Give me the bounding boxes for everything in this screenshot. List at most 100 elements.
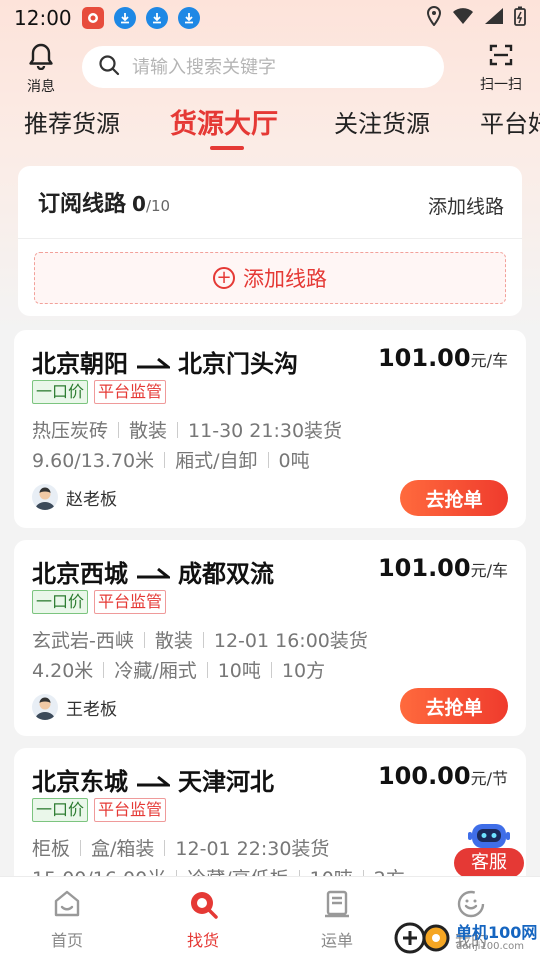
- add-route-link[interactable]: 添加线路: [428, 192, 504, 219]
- owner-name: 王老板: [66, 699, 117, 720]
- price-unit: 元/节: [470, 769, 508, 788]
- grab-order-button[interactable]: 去抢单: [400, 688, 508, 724]
- watermark: 单机100网 danji100.com: [392, 916, 537, 960]
- cargo-tabs: 推荐货源 货源大厅 关注货源 平台好: [0, 104, 540, 154]
- cargo-tags: 一口价 平台监管: [32, 380, 167, 404]
- tab-recommended[interactable]: 推荐货源: [24, 104, 120, 139]
- route-to: 成都双流: [178, 560, 274, 588]
- nav-find-cargo[interactable]: 找货: [158, 889, 248, 951]
- cargo-owner: 王老板: [32, 694, 117, 720]
- route-from: 北京朝阳: [32, 350, 128, 378]
- platform-supervised-tag: 平台监管: [94, 380, 167, 404]
- scan-label: 扫一扫: [480, 77, 522, 93]
- active-tab-indicator: [210, 146, 244, 150]
- cargo-route: 北京朝阳 北京门头沟: [32, 344, 298, 379]
- watermark-text: 单机100网 danji100.com: [456, 922, 538, 952]
- goods-name: 玄武岩-西峡: [32, 630, 134, 652]
- truck-type: 冷藏/高低板: [187, 864, 288, 876]
- cargo-volume: 10方: [281, 660, 326, 682]
- tab-followed[interactable]: 关注货源: [334, 104, 430, 139]
- route-to: 北京门头沟: [178, 350, 298, 378]
- divider: [18, 238, 522, 239]
- cargo-price: 101.00元/车: [378, 344, 508, 372]
- separator: [202, 631, 204, 648]
- price-unit: 元/车: [470, 351, 508, 370]
- subscription-total: /10: [145, 197, 171, 215]
- route-arrow-icon: [136, 348, 173, 376]
- top-header: 消息 扫一扫: [0, 40, 540, 96]
- cargo-card[interactable]: 北京西城 成都双流 101.00元/车 一口价 平台监管 玄武岩-西峡 散装 1…: [14, 540, 526, 736]
- add-route-label: 添加线路: [243, 267, 327, 291]
- goods-name: 柜板: [32, 838, 71, 860]
- owner-name: 赵老板: [66, 489, 117, 510]
- price-value: 101.00: [377, 344, 471, 372]
- platform-supervised-tag: 平台监管: [94, 590, 167, 614]
- battery-icon: [514, 6, 526, 30]
- watermark-logo-icon: [392, 916, 456, 960]
- route-from: 北京东城: [32, 768, 128, 796]
- cargo-price: 100.00元/节: [378, 762, 508, 790]
- wifi-icon: [452, 7, 474, 29]
- fixed-price-tag: 一口价: [32, 590, 89, 614]
- home-icon: [52, 889, 82, 923]
- cargo-volume: 2方: [374, 864, 405, 876]
- fixed-price-tag: 一口价: [32, 798, 89, 822]
- avatar: [32, 694, 58, 720]
- subscription-count: 0: [132, 192, 146, 216]
- customer-service-button[interactable]: 客服: [454, 820, 524, 880]
- truck-type: 厢式/自卸: [175, 450, 258, 472]
- tab-platform[interactable]: 平台好: [480, 104, 540, 139]
- nav-waybill[interactable]: 运单: [292, 889, 382, 951]
- grab-order-button[interactable]: 去抢单: [400, 480, 508, 516]
- cargo-card[interactable]: 北京东城 天津河北 100.00元/节 一口价 平台监管 柜板 盒/箱装 12-…: [14, 748, 526, 876]
- route-to: 天津河北: [178, 768, 274, 796]
- scan-icon: [488, 42, 514, 72]
- plus-circle-icon: +: [213, 267, 235, 289]
- cargo-card[interactable]: 北京朝阳 北京门头沟 101.00元/车 一口价 平台监管 热压炭砖 散装 11…: [14, 330, 526, 528]
- download-icon: [145, 7, 168, 29]
- nav-home[interactable]: 首页: [22, 889, 112, 951]
- load-time: 11-30 21:30装货: [188, 420, 343, 442]
- separator: [267, 451, 269, 468]
- separator: [164, 839, 166, 856]
- load-time: 12-01 22:30装货: [175, 838, 330, 860]
- cargo-tags: 一口价 平台监管: [32, 798, 167, 822]
- goods-name: 热压炭砖: [32, 420, 109, 442]
- nav-find-cargo-label: 找货: [186, 931, 219, 950]
- status-bar: 12:00: [0, 0, 540, 36]
- scan-button[interactable]: 扫一扫: [476, 42, 526, 94]
- separator: [164, 451, 166, 468]
- avatar: [32, 484, 58, 510]
- pack-type: 散装: [154, 630, 193, 652]
- search-input[interactable]: [132, 56, 412, 78]
- separator: [177, 421, 179, 438]
- subscription-title-text: 订阅线路: [38, 192, 127, 217]
- watermark-url: danji100.com: [456, 940, 524, 952]
- watermark-title: 单机100网: [456, 922, 538, 942]
- fixed-price-tag: 一口价: [32, 380, 89, 404]
- nav-waybill-label: 运单: [320, 931, 353, 950]
- cargo-price: 101.00元/车: [378, 554, 508, 582]
- search-bar[interactable]: [82, 46, 444, 88]
- message-button[interactable]: 消息: [20, 42, 62, 95]
- message-label: 消息: [27, 79, 55, 95]
- separator: [103, 661, 105, 678]
- add-route-button[interactable]: + 添加线路: [34, 252, 506, 304]
- subscription-title: 订阅线路 0/10: [38, 186, 170, 218]
- cargo-goods-info: 玄武岩-西峡 散装 12-01 16:00装货: [32, 626, 368, 653]
- separator: [118, 421, 120, 438]
- truck-length: 15.00/16.00米: [32, 864, 166, 876]
- cargo-owner: 赵老板: [32, 484, 117, 510]
- truck-length: 9.60/13.70米: [32, 450, 155, 472]
- search-icon: [98, 54, 120, 80]
- truck-length: 4.20米: [32, 660, 94, 682]
- separator: [80, 839, 82, 856]
- cargo-weight: 10吨: [310, 864, 353, 876]
- bell-icon: [28, 42, 54, 74]
- cargo-truck-info: 15.00/16.00米 冷藏/高低板 10吨 2方: [32, 864, 405, 876]
- nav-home-label: 首页: [50, 931, 83, 950]
- app-notification-icon: [81, 7, 104, 29]
- separator: [270, 661, 272, 678]
- tab-cargo-hall[interactable]: 货源大厅: [170, 104, 278, 141]
- pack-type: 散装: [129, 420, 168, 442]
